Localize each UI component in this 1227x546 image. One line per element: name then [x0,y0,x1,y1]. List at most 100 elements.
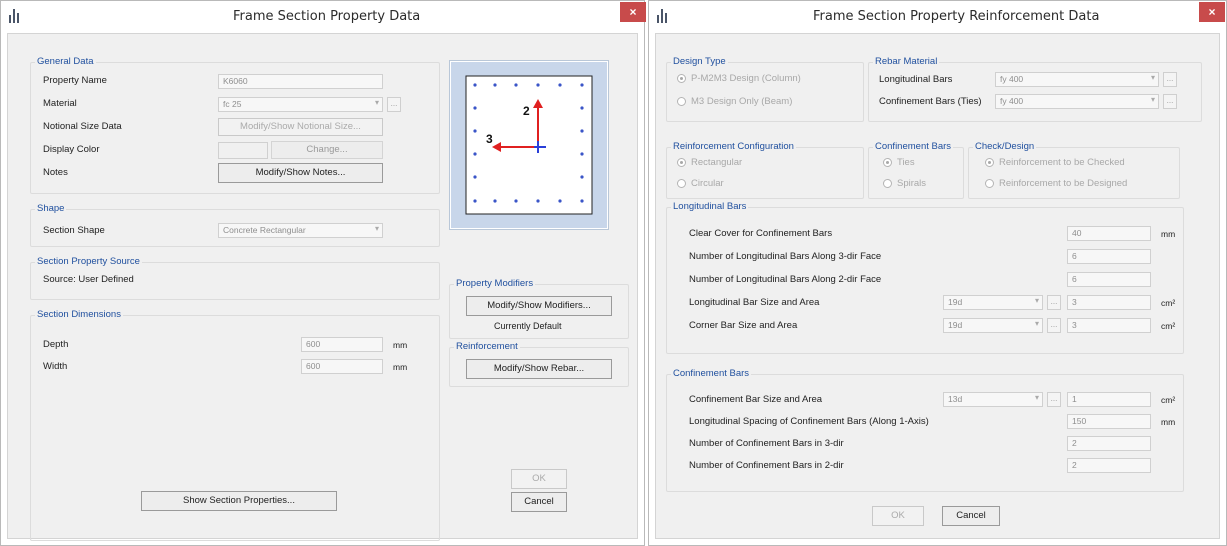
depth-unit: mm [393,340,408,350]
radio-label: P-M2M3 Design (Column) [691,73,801,84]
radio-label: Circular [691,178,724,189]
clear-cover-input[interactable]: 40 [1067,226,1151,241]
bars-2dir-input[interactable]: 6 [1067,272,1151,287]
longitudinal-material-select[interactable]: fy 400 ▾ [995,72,1159,87]
change-color-button[interactable]: Change... [271,141,383,159]
rebar-dot [580,83,584,87]
confinement-material-select[interactable]: fy 400 ▾ [995,94,1159,109]
source-text: Source: User Defined [43,274,134,285]
cancel-button[interactable]: Cancel [942,506,1000,526]
group-label: Design Type [671,56,728,67]
longitudinal-material-ellipsis[interactable]: ... [1163,72,1177,87]
group-label: Rebar Material [873,56,940,67]
ok-button[interactable]: OK [511,469,567,489]
width-label: Width [43,361,68,372]
axis-3-label: 3 [486,132,493,146]
corner-area-input[interactable]: 3 [1067,318,1151,333]
close-button[interactable]: × [1199,2,1225,22]
width-input[interactable]: 600 [301,359,383,374]
rebar-dot [493,199,497,203]
display-color-label: Display Color [43,144,100,155]
radio-icon [883,178,892,188]
close-button[interactable]: × [620,2,646,22]
clear-cover-unit: mm [1161,229,1176,239]
rebar-dot [473,175,477,179]
modify-modifiers-button[interactable]: Modify/Show Modifiers... [466,296,612,316]
confinement-material-ellipsis[interactable]: ... [1163,94,1177,109]
radio-label: Reinforcement to be Checked [999,157,1125,168]
rebar-dot [514,199,518,203]
confinement-3dir-label: Number of Confinement Bars in 3-dir [689,438,844,449]
bar-size-ellipsis[interactable]: ... [1047,295,1061,310]
title-bar: Frame Section Property Data [1,1,644,33]
property-modifiers-group: Property Modifiers Modify/Show Modifiers… [449,278,629,339]
ok-button[interactable]: OK [872,506,924,526]
cancel-button[interactable]: Cancel [511,492,567,512]
radio-rectangular[interactable]: Rectangular [677,157,742,168]
radio-pm2m3-design[interactable]: P-M2M3 Design (Column) [677,73,801,84]
chevron-down-icon: ▾ [1034,393,1039,402]
rebar-dot [536,83,540,87]
spacing-input[interactable]: 150 [1067,414,1151,429]
radio-selected-icon [677,157,686,167]
radio-spirals[interactable]: Spirals [883,178,926,189]
radio-icon [985,178,994,188]
longitudinal-material-value: fy 400 [1000,74,1024,84]
radio-selected-icon [985,157,994,167]
shape-group: Shape Section Shape Concrete Rectangular… [30,203,440,247]
spacing-unit: mm [1161,417,1176,427]
confinement-3dir-input[interactable]: 2 [1067,436,1151,451]
radio-reinforcement-designed[interactable]: Reinforcement to be Designed [985,178,1127,189]
section-shape-select[interactable]: Concrete Rectangular ▾ [218,223,383,238]
confinement-size-ellipsis[interactable]: ... [1047,392,1061,407]
radio-m3-design[interactable]: M3 Design Only (Beam) [677,96,792,107]
material-ellipsis-button[interactable]: ... [387,97,401,112]
radio-icon [677,178,686,188]
property-name-input[interactable]: K6060 [218,74,383,89]
group-label: Confinement Bars [873,141,954,152]
radio-icon [677,96,686,106]
bar-area-input[interactable]: 3 [1067,295,1151,310]
bars-3dir-input[interactable]: 6 [1067,249,1151,264]
chevron-down-icon: ▾ [1150,73,1155,82]
confinement-size-select[interactable]: 13d ▾ [943,392,1043,407]
property-name-label: Property Name [43,75,107,86]
radio-selected-icon [883,157,892,167]
corner-bar-select[interactable]: 19d ▾ [943,318,1043,333]
radio-ties[interactable]: Ties [883,157,915,168]
rebar-dot [493,83,497,87]
rebar-dot [580,129,584,133]
confinement-area-input[interactable]: 1 [1067,392,1151,407]
radio-reinforcement-checked[interactable]: Reinforcement to be Checked [985,157,1125,168]
group-label: Shape [35,203,67,214]
depth-input[interactable]: 600 [301,337,383,352]
chevron-down-icon: ▾ [1150,95,1155,104]
group-label: Reinforcement [454,341,520,352]
section-preview: 2 3 [449,60,609,230]
confinement-material-value: fy 400 [1000,96,1024,106]
chevron-down-icon: ▾ [1034,319,1039,328]
show-section-properties-button[interactable]: Show Section Properties... [141,491,337,511]
app-icon [657,9,669,23]
group-label: General Data [35,56,96,67]
corner-area-unit: cm² [1161,321,1176,331]
rebar-dot [558,83,562,87]
section-shape-value: Concrete Rectangular [223,225,306,235]
notional-size-button[interactable]: Modify/Show Notional Size... [218,118,383,136]
section-preview-canvas: 2 3 [451,62,607,228]
material-label: Material [43,98,77,109]
group-label: Section Property Source [35,256,142,267]
section-dimensions-group: Section Dimensions Depth 600 mm Width 60… [30,309,440,541]
corner-bar-ellipsis[interactable]: ... [1047,318,1061,333]
axis-2-label: 2 [523,104,530,118]
confinement-2dir-input[interactable]: 2 [1067,458,1151,473]
bar-size-select[interactable]: 19d ▾ [943,295,1043,310]
dialog-body: Design Type P-M2M3 Design (Column) M3 De… [655,33,1220,539]
rebar-dot [558,199,562,203]
modify-rebar-button[interactable]: Modify/Show Rebar... [466,359,612,379]
radio-circular[interactable]: Circular [677,178,724,189]
notes-button[interactable]: Modify/Show Notes... [218,163,383,183]
radio-label: Rectangular [691,157,743,168]
confinement-type-group: Confinement Bars Ties Spirals [868,141,964,199]
material-select[interactable]: fc 25 ▾ [218,97,383,112]
